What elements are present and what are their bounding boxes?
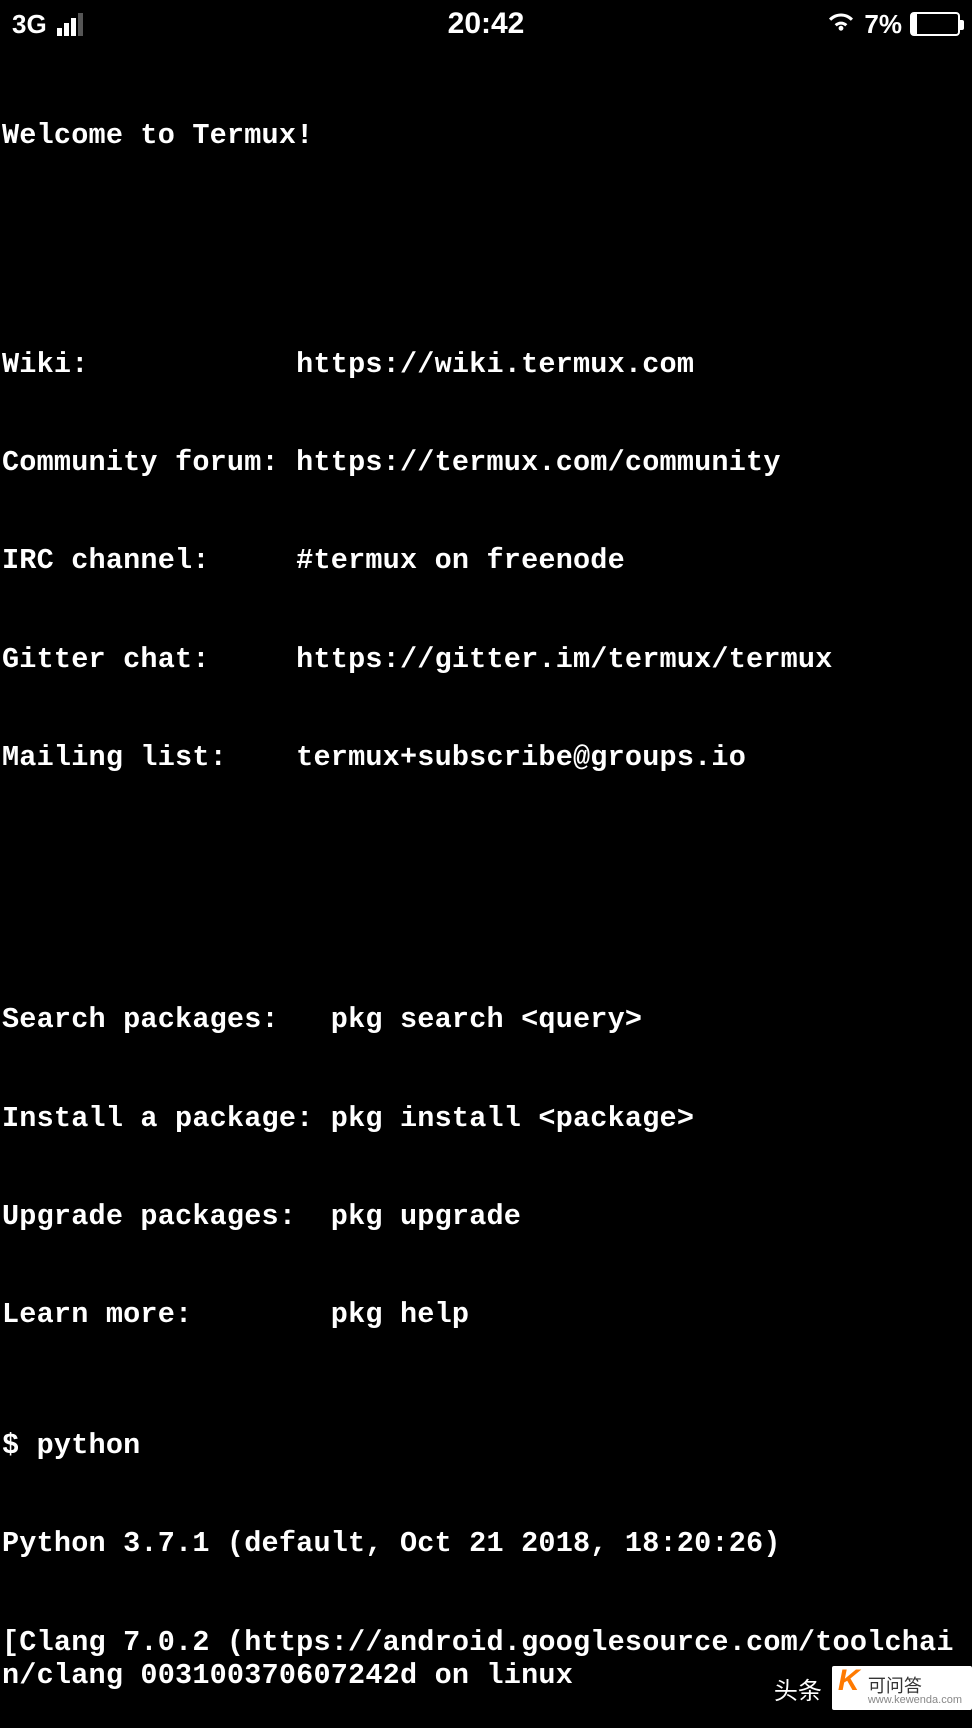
mail-line: Mailing list: termux+subscribe@groups.io [2, 742, 970, 775]
watermark-left: 头条 [774, 1671, 826, 1706]
watermark-k-icon: K [838, 1664, 860, 1698]
battery-percent: 7% [864, 9, 902, 40]
pkg-upgrade-line: Upgrade packages: pkg upgrade [2, 1201, 970, 1234]
status-right: 7% [826, 9, 960, 40]
pkg-learn-line: Learn more: pkg help [2, 1299, 970, 1332]
watermark: 头条 K 可问答 www.kewenda.com [774, 1666, 972, 1710]
gitter-key: Gitter chat: [2, 644, 296, 677]
wiki-key: Wiki: [2, 349, 296, 382]
watermark-url: www.kewenda.com [868, 1694, 962, 1706]
watermark-box: K 可问答 www.kewenda.com [832, 1666, 972, 1710]
pkg-learn-k: Learn more: [2, 1299, 331, 1332]
pkg-search-line: Search packages: pkg search <query> [2, 1004, 970, 1037]
watermark-brand: 可问答 [868, 1676, 922, 1696]
pkg-install-k: Install a package: [2, 1103, 331, 1136]
pkg-learn-v: pkg help [331, 1299, 469, 1332]
clock: 20:42 [448, 7, 525, 41]
status-left: 3G [12, 9, 83, 40]
forum-line: Community forum: https://termux.com/comm… [2, 447, 970, 480]
pkg-search-v: pkg search <query> [331, 1004, 642, 1037]
shell-prompt: $ python [2, 1430, 970, 1463]
blank [2, 873, 970, 906]
pkg-upgrade-v: pkg upgrade [331, 1201, 521, 1234]
irc-key: IRC channel: [2, 545, 296, 578]
terminal[interactable]: Welcome to Termux! Wiki: https://wiki.te… [0, 48, 972, 1728]
irc-line: IRC channel: #termux on freenode [2, 545, 970, 578]
gitter-url: https://gitter.im/termux/termux [296, 644, 832, 677]
pkg-install-v: pkg install <package> [331, 1103, 694, 1136]
gitter-line: Gitter chat: https://gitter.im/termux/te… [2, 644, 970, 677]
network-label: 3G [12, 9, 47, 40]
battery-icon [910, 12, 960, 36]
status-bar: 3G 20:42 7% [0, 0, 972, 48]
pkg-upgrade-k: Upgrade packages: [2, 1201, 331, 1234]
wiki-line: Wiki: https://wiki.termux.com [2, 349, 970, 382]
wifi-icon [826, 9, 856, 40]
signal-icon [57, 13, 83, 36]
pkg-install-line: Install a package: pkg install <package> [2, 1103, 970, 1136]
welcome-line: Welcome to Termux! [2, 120, 970, 153]
blank [2, 218, 970, 251]
mail-key: Mailing list: [2, 742, 296, 775]
irc-url: #termux on freenode [296, 545, 625, 578]
pkg-search-k: Search packages: [2, 1004, 331, 1037]
mail-url: termux+subscribe@groups.io [296, 742, 746, 775]
py-ver1: Python 3.7.1 (default, Oct 21 2018, 18:2… [2, 1528, 970, 1561]
wiki-url: https://wiki.termux.com [296, 349, 694, 382]
forum-url: https://termux.com/community [296, 447, 780, 480]
forum-key: Community forum: [2, 447, 296, 480]
